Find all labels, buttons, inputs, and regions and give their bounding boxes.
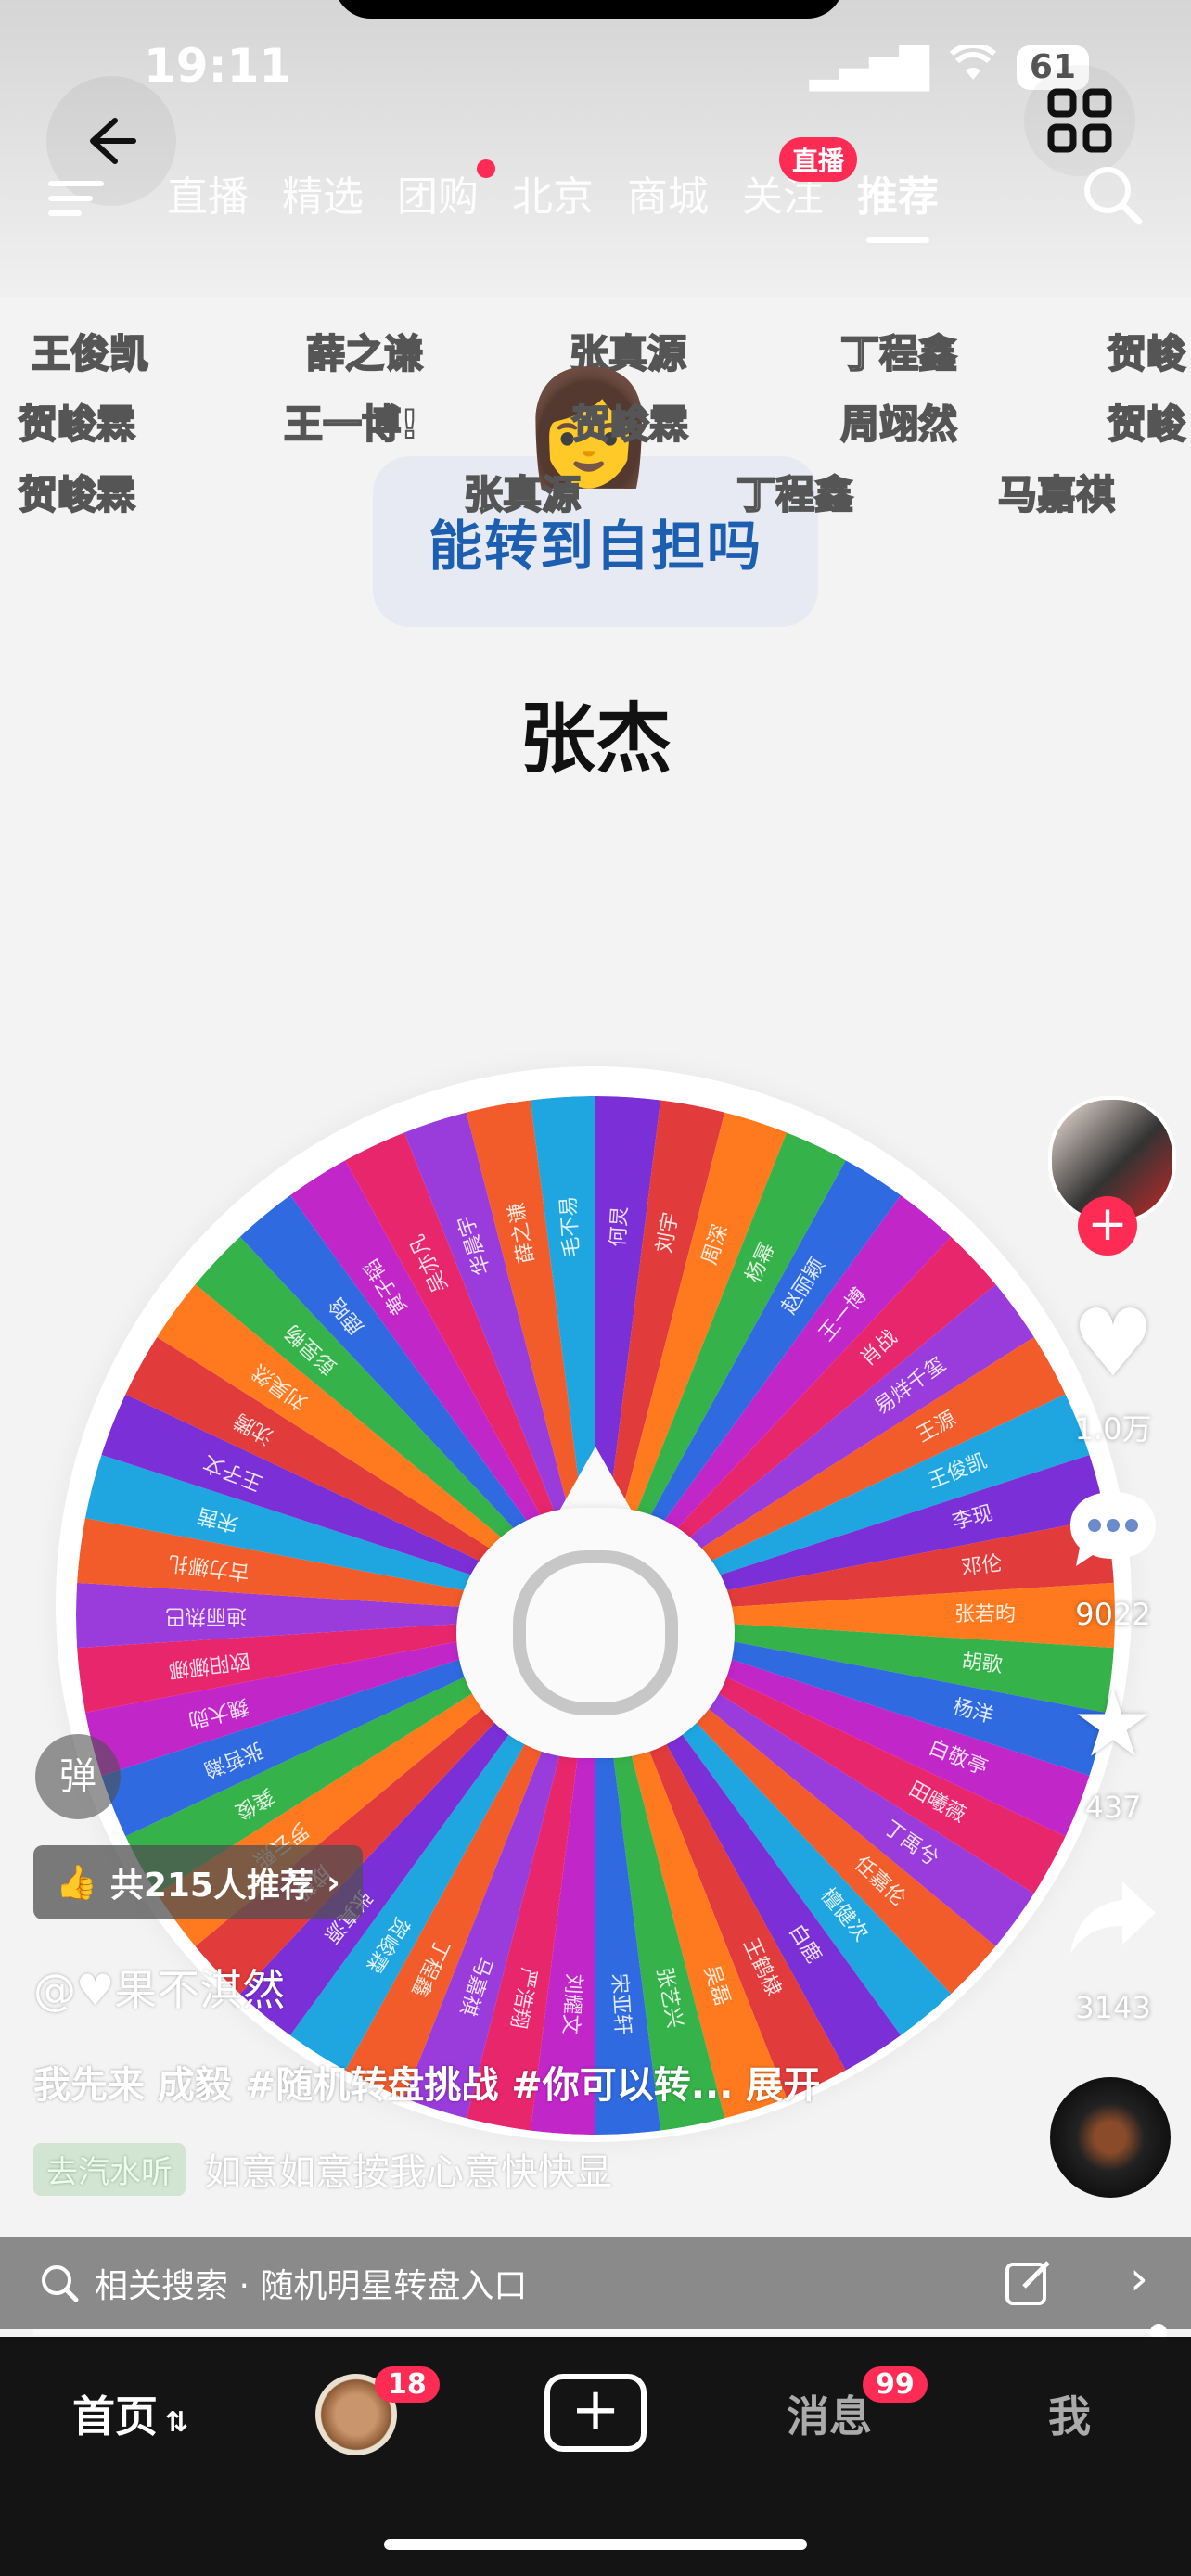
- comment-icon[interactable]: [1057, 1484, 1169, 1592]
- search-icon: [42, 2265, 79, 2302]
- danmaku-text: 贺峻: [1107, 330, 1186, 377]
- recommend-chip[interactable]: 👍 共215人推荐 ›: [33, 1845, 363, 1919]
- danmaku-toggle[interactable]: 弹: [35, 1734, 121, 1819]
- star-icon[interactable]: ★: [1057, 1669, 1169, 1778]
- danmaku-text: 马嘉祺: [997, 471, 1116, 518]
- result-name: 张杰: [519, 695, 672, 784]
- favorite-count: 437: [1084, 1790, 1142, 1825]
- edit-icon: [1005, 2261, 1050, 2305]
- recommend-text: 共215人推荐: [109, 1867, 314, 1905]
- danmaku-text: 张真源: [463, 471, 582, 518]
- notification-dot: [477, 159, 495, 178]
- danmaku-text: 周翊然: [839, 401, 958, 448]
- like-count: 1.0万: [1074, 1411, 1152, 1447]
- tab-home[interactable]: 首页 ⇅: [72, 2383, 188, 2444]
- danmaku-text: 贺峻霖: [570, 401, 689, 448]
- search-icon[interactable]: [1080, 162, 1145, 231]
- tab-mall[interactable]: 商城: [627, 163, 709, 247]
- live-badge: 直播: [778, 137, 857, 182]
- messages-badge: 99: [863, 2366, 928, 2403]
- wheel-label: 迪丽热巴: [165, 1604, 247, 1627]
- thumbs-up-icon: 👍: [56, 1864, 97, 1902]
- menu-icon[interactable]: [48, 172, 104, 225]
- tab-following[interactable]: 关注 直播: [742, 137, 857, 247]
- wifi-icon: [949, 43, 996, 91]
- wheel-label: 毛不易: [557, 1195, 584, 1257]
- share-count: 3143: [1075, 1990, 1151, 2025]
- wheel-label: 刘耀文: [558, 1972, 585, 2034]
- notch: [334, 0, 844, 19]
- wheel-label: 何炅: [607, 1205, 633, 1247]
- chevron-right-icon: ›: [1130, 2251, 1148, 2305]
- arrow-left-icon: [90, 118, 136, 164]
- tab-featured[interactable]: 精选: [282, 163, 364, 247]
- danmaku-text: 丁程鑫: [736, 471, 854, 518]
- video-progress[interactable]: [33, 2329, 1158, 2335]
- related-search-bar[interactable]: 相关搜索 · 随机明星转盘入口 ›: [0, 2237, 1191, 2329]
- swap-icon: ⇅: [165, 2406, 189, 2439]
- follow-button[interactable]: +: [1078, 1196, 1137, 1256]
- music-title: 如意如意按我心意快快显: [204, 2151, 612, 2194]
- nav-tabs: 直播 精选 团购 北京 商城 关注 直播 推荐: [167, 137, 939, 247]
- grid-button[interactable]: [1024, 65, 1135, 176]
- tab-recommend[interactable]: 推荐: [857, 163, 939, 247]
- tab-group-buy[interactable]: 团购: [397, 159, 495, 247]
- music-disc[interactable]: [1050, 2077, 1171, 2198]
- danmaku-text: 王俊凯: [31, 330, 149, 377]
- create-button[interactable]: +: [544, 2374, 647, 2452]
- wheel-label: 宋亚轩: [607, 1972, 634, 2034]
- grid-icon: [1047, 88, 1112, 153]
- tab-live[interactable]: 直播: [167, 163, 249, 247]
- danmaku-text: 贺峻霖: [18, 471, 136, 518]
- tab-me[interactable]: 我: [1048, 2383, 1091, 2444]
- danmaku-text: 贺峻: [1107, 401, 1186, 448]
- video-caption[interactable]: 我先来 成毅 #随机转盘挑战 #你可以转... 展开: [33, 2055, 820, 2109]
- home-indicator: [384, 2539, 807, 2550]
- share-icon[interactable]: [1057, 1873, 1169, 1982]
- chevron-right-icon: ›: [326, 1863, 340, 1902]
- comment-count: 9022: [1075, 1597, 1151, 1632]
- friends-badge: 18: [375, 2366, 440, 2403]
- music-tag[interactable]: 去汽水听: [33, 2142, 186, 2196]
- signal-icon: ▂▄▆█: [809, 45, 929, 91]
- danmaku-text: 王一博!: [283, 401, 419, 448]
- danmaku-text: 薛之谦: [305, 330, 424, 377]
- music-row[interactable]: 去汽水听 如意如意按我心意快快显: [33, 2142, 612, 2196]
- tab-messages[interactable]: 消息: [787, 2383, 872, 2444]
- tab-home-label: 首页: [72, 2391, 158, 2442]
- danmaku-text: 丁程鑫: [839, 330, 958, 377]
- danmaku-text: 贺峻霖: [18, 401, 136, 448]
- tab-beijing[interactable]: 北京: [512, 163, 594, 247]
- tab-group-buy-label: 团购: [397, 173, 479, 221]
- author-name[interactable]: @♥果不淇然: [33, 1957, 285, 2018]
- ring-icon: [513, 1550, 678, 1715]
- spin-button[interactable]: [456, 1508, 735, 1758]
- status-time: 19:11: [144, 39, 292, 93]
- wheel-label: 张若昀: [954, 1603, 1016, 1626]
- related-search-text: 相关搜索 · 随机明星转盘入口: [95, 2267, 528, 2305]
- heart-icon[interactable]: ♥: [1057, 1289, 1169, 1397]
